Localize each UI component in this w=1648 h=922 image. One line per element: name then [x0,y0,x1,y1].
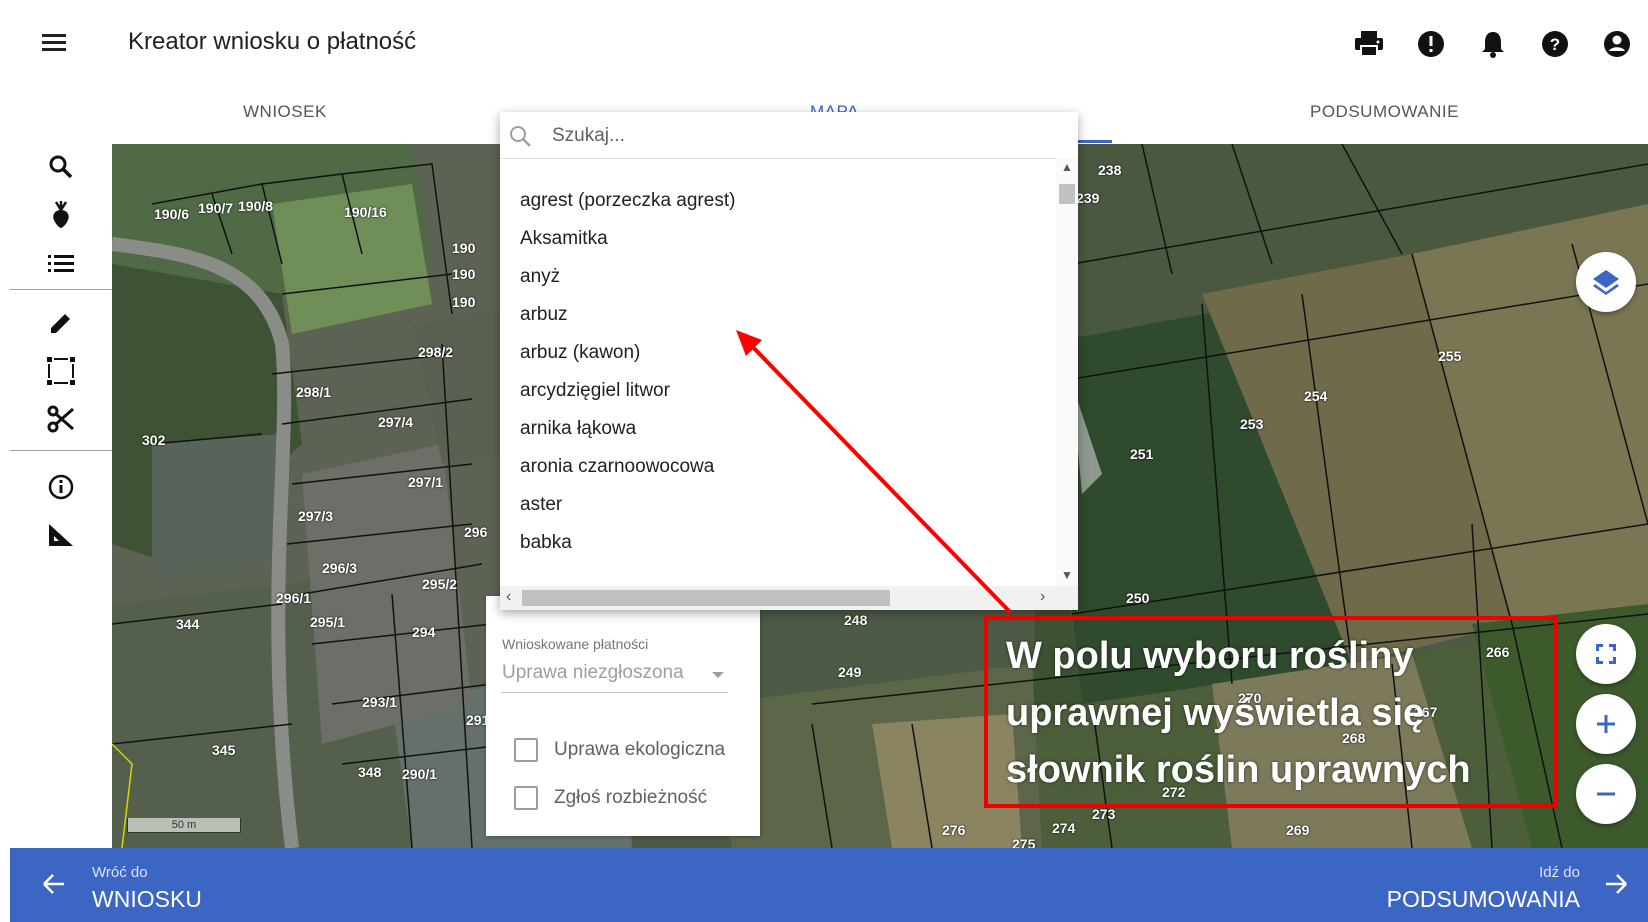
annotation-text: W polu wyboru rośliny uprawnej wyświetla… [1006,635,1471,791]
next-caption: Idź do [1539,864,1580,881]
bottom-nav-bar: Wróć do WNIOSKU Idź do PODSUMOWANIA [10,848,1648,922]
next-button[interactable]: PODSUMOWANIA [1387,886,1580,913]
arrow-left-icon[interactable] [40,870,68,903]
arrow-right-icon[interactable] [1602,870,1630,903]
back-button[interactable]: WNIOSKU [92,886,202,913]
back-caption: Wróć do [92,864,148,881]
